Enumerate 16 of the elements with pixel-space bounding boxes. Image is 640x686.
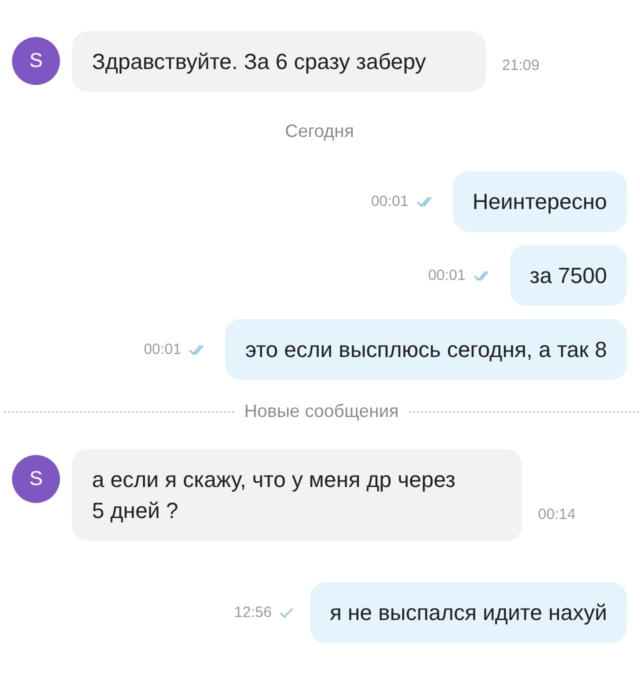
message-bubble: а если я скажу, что у меня др через 5 дней ? bbox=[72, 449, 522, 541]
message-time: 21:09 bbox=[502, 57, 540, 74]
message-time: 00:01 bbox=[370, 193, 409, 210]
message-bubble: Неинтересно bbox=[452, 171, 627, 232]
message-time: 12:56 bbox=[234, 604, 272, 621]
date-separator: Сегодня bbox=[285, 121, 354, 142]
message-bubble: Здравствуйте. За 6 сразу заберу bbox=[72, 31, 486, 92]
avatar: S bbox=[12, 455, 60, 503]
new-messages-separator: Новые сообщения bbox=[244, 401, 399, 422]
avatar: S bbox=[12, 37, 60, 85]
message-bubble: это если высплюсь сегодня, а так 8 bbox=[225, 319, 627, 380]
message-bubble: за 7500 bbox=[510, 245, 627, 306]
message-time: 00:14 bbox=[538, 506, 576, 523]
message-time: 00:01 bbox=[144, 341, 182, 358]
message-time: 00:01 bbox=[428, 267, 466, 284]
message-bubble: я не выспался идите нахуй bbox=[310, 582, 627, 643]
